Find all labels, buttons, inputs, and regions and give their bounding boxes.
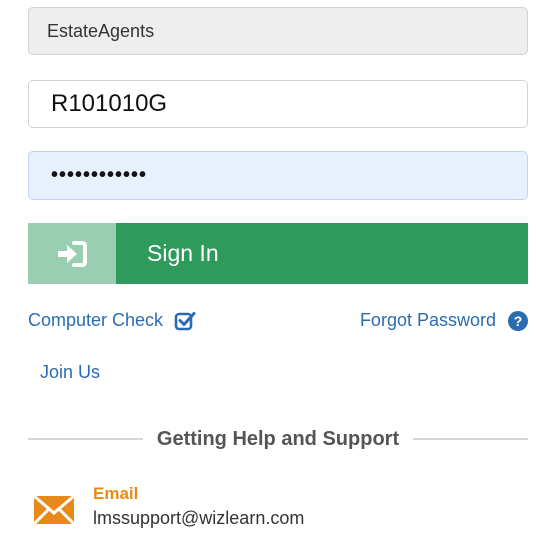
email-contact-text: Email lmssupport@wizlearn.com <box>93 484 304 532</box>
join-us-link[interactable]: Join Us <box>40 362 100 383</box>
help-section-title: Getting Help and Support <box>156 427 400 450</box>
username-input[interactable]: R101010G <box>28 80 528 128</box>
password-input[interactable]: •••••••••••• <box>28 151 528 200</box>
check-square-icon <box>174 311 196 330</box>
username-value: R101010G <box>51 90 168 117</box>
password-value: •••••••••••• <box>51 164 148 186</box>
sign-in-icon <box>58 240 87 267</box>
email-label: Email <box>93 484 139 503</box>
sign-in-label: Sign In <box>147 240 219 266</box>
sign-in-button[interactable]: Sign In <box>28 223 528 284</box>
organization-field[interactable]: EstateAgents <box>28 7 528 55</box>
email-address[interactable]: lmssupport@wizlearn.com <box>93 504 304 532</box>
computer-check-label: Computer Check <box>28 310 164 330</box>
help-section-divider: Getting Help and Support <box>28 424 528 454</box>
email-contact: Email lmssupport@wizlearn.com <box>33 484 304 532</box>
forgot-password-link[interactable]: Forgot Password ? <box>360 310 528 331</box>
envelope-icon <box>33 494 75 526</box>
join-us-label: Join Us <box>40 362 101 382</box>
question-circle-icon: ? <box>508 310 528 331</box>
sign-in-label-box: Sign In <box>116 223 528 284</box>
svg-text:?: ? <box>514 313 523 329</box>
sign-in-icon-box <box>28 223 116 284</box>
forgot-password-label: Forgot Password <box>359 310 496 330</box>
organization-value: EstateAgents <box>47 20 155 41</box>
divider-line-right <box>413 438 528 440</box>
divider-line-left <box>28 438 143 440</box>
computer-check-link[interactable]: Computer Check <box>28 310 196 331</box>
login-panel: EstateAgents R101010G •••••••••••• Sign … <box>0 0 536 534</box>
